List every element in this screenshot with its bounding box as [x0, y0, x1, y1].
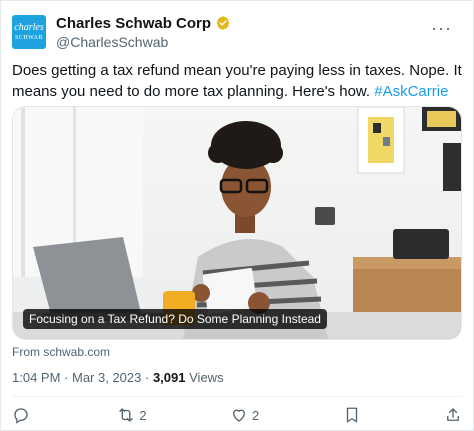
display-name-row[interactable]: Charles Schwab Corp	[56, 15, 462, 32]
like-count: 2	[251, 407, 260, 423]
handle[interactable]: @CharlesSchwab	[56, 34, 462, 50]
avatar[interactable]: charles SCHWAB	[12, 15, 46, 49]
avatar-text-bottom: SCHWAB	[14, 35, 43, 41]
tweet-date[interactable]: Mar 3, 2023	[72, 370, 141, 385]
retweet-count: 2	[139, 407, 147, 423]
heart-icon	[233, 409, 245, 422]
divider	[12, 396, 462, 397]
reply-icon	[14, 408, 28, 424]
hashtag-link[interactable]: #AskCarrie	[374, 83, 448, 100]
reply-button[interactable]	[12, 406, 34, 424]
meta-separator: ·	[64, 370, 72, 385]
bookmark-icon	[346, 407, 357, 423]
more-options-icon[interactable]: ···	[431, 18, 452, 39]
share-icon	[447, 408, 459, 421]
action-bar: 2 2	[12, 404, 462, 426]
like-button[interactable]: 2	[230, 406, 259, 424]
retweet-button[interactable]: 2	[117, 406, 147, 424]
share-button[interactable]	[444, 406, 462, 424]
tweet-time[interactable]: 1:04 PM	[12, 370, 60, 385]
tweet-header: charles SCHWAB Charles Schwab Corp @Char…	[12, 12, 462, 52]
link-source[interactable]: From schwab.com	[12, 345, 110, 359]
tweet-text: Does getting a tax refund mean you're pa…	[12, 60, 462, 102]
views-count: 3,091	[152, 370, 186, 385]
person-at-desk-illustration	[13, 107, 461, 339]
meta-separator: ·	[145, 370, 153, 385]
link-card-image[interactable]: Focusing on a Tax Refund? Do Some Planni…	[12, 106, 462, 340]
avatar-text-top: charles	[14, 22, 44, 33]
tweet-metadata: 1:04 PM · Mar 3, 2023 · 3,091 Views	[12, 370, 224, 385]
display-name[interactable]: Charles Schwab Corp	[56, 15, 211, 32]
verified-badge-icon	[216, 16, 230, 30]
retweet-icon	[119, 408, 134, 422]
link-card-title[interactable]: Focusing on a Tax Refund? Do Some Planni…	[23, 309, 327, 329]
bookmark-button[interactable]	[343, 406, 361, 424]
views-label: Views	[189, 370, 224, 385]
author-info: Charles Schwab Corp @CharlesSchwab	[56, 15, 462, 50]
